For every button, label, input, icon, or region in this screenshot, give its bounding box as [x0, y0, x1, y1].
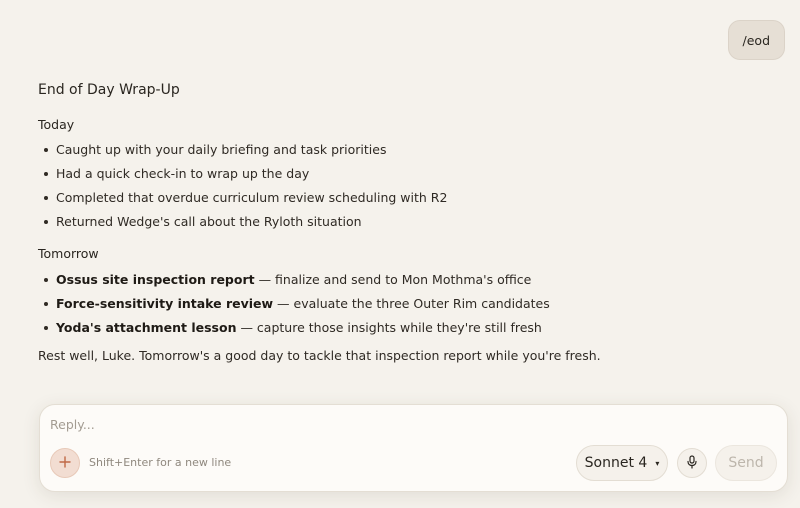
task-title: Ossus site inspection report — [56, 272, 255, 287]
list-item: Completed that overdue curriculum review… — [38, 186, 758, 210]
reply-composer: Shift+Enter for a new line Sonnet 4 ▾ Se… — [39, 404, 788, 492]
closing-message: Rest well, Luke. Tomorrow's a good day t… — [38, 348, 601, 363]
tomorrow-list: Ossus site inspection report — finalize … — [38, 268, 758, 340]
task-detail: — finalize and send to Mon Mothma's offi… — [254, 272, 532, 287]
model-selector[interactable]: Sonnet 4 ▾ — [576, 445, 668, 481]
task-detail: — capture those insights while they're s… — [236, 320, 542, 335]
reply-input[interactable] — [50, 413, 750, 435]
chevron-down-icon: ▾ — [655, 458, 660, 468]
list-item: Force-sensitivity intake review — evalua… — [38, 292, 758, 316]
microphone-button[interactable] — [677, 448, 707, 478]
assistant-response: End of Day Wrap-Up Today Caught up with … — [38, 80, 758, 366]
microphone-icon — [686, 454, 698, 473]
section-heading-today: Today — [38, 117, 75, 132]
plus-icon — [59, 454, 71, 472]
list-item: Had a quick check-in to wrap up the day — [38, 162, 758, 186]
section-heading-tomorrow: Tomorrow — [38, 246, 99, 261]
task-detail: — evaluate the three Outer Rim candidate… — [273, 296, 550, 311]
composer-hint: Shift+Enter for a new line — [89, 456, 232, 469]
task-title: Force-sensitivity intake review — [56, 296, 274, 311]
list-item: Yoda's attachment lesson — capture those… — [38, 316, 758, 340]
list-item: Caught up with your daily briefing and t… — [38, 138, 758, 162]
send-button[interactable]: Send — [715, 445, 777, 481]
user-message-text: /eod — [742, 32, 770, 48]
today-list: Caught up with your daily briefing and t… — [38, 138, 758, 234]
response-title: End of Day Wrap-Up — [38, 82, 180, 98]
list-item: Returned Wedge's call about the Ryloth s… — [38, 210, 758, 234]
task-title: Yoda's attachment lesson — [56, 320, 237, 335]
list-item: Ossus site inspection report — finalize … — [38, 268, 758, 292]
send-label: Send — [728, 455, 764, 471]
model-name: Sonnet 4 — [584, 455, 648, 471]
user-message-bubble: /eod — [727, 20, 785, 60]
add-attachment-button[interactable] — [50, 448, 80, 478]
